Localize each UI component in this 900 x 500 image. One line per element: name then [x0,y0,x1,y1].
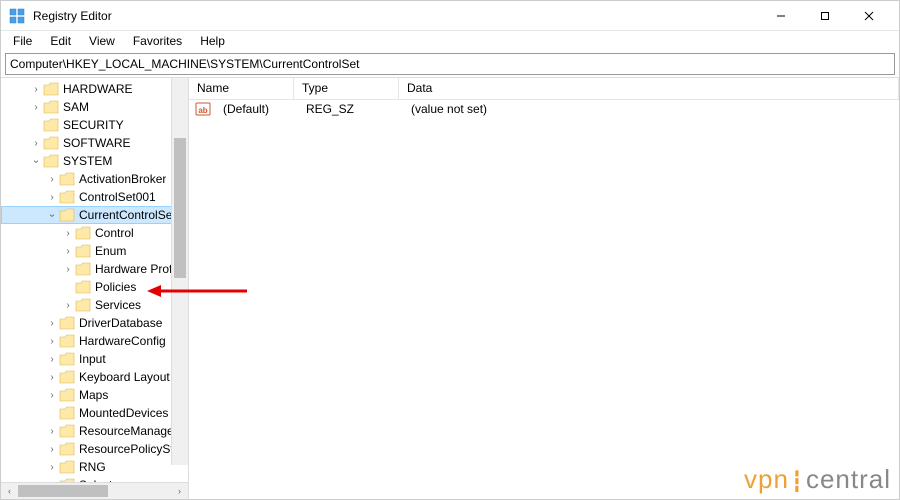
tree-vertical-scrollbar[interactable] [171,78,188,465]
minimize-button[interactable] [759,2,803,30]
tree-item-mounteddevices[interactable]: MountedDevices [1,404,188,422]
list-body[interactable]: ab (Default) REG_SZ (value not set) [189,100,899,499]
folder-icon [75,298,91,312]
folder-icon [59,190,75,204]
tree-item-input[interactable]: › Input [1,350,188,368]
cell-data: (value not set) [403,102,495,116]
regedit-icon [9,8,25,24]
tree-pane: › HARDWARE › SAM SECURITY › [1,78,189,499]
menu-view[interactable]: View [81,32,123,50]
chevron-right-icon[interactable]: › [45,174,59,185]
window-controls [759,2,891,30]
tree-item-driverdatabase[interactable]: › DriverDatabase [1,314,188,332]
tree-item-system[interactable]: › SYSTEM [1,152,188,170]
chevron-right-icon[interactable]: › [29,84,43,95]
folder-icon [75,280,91,294]
chevron-right-icon[interactable]: › [45,444,59,455]
chevron-down-icon[interactable]: › [31,154,42,168]
title-bar: Registry Editor [1,1,899,31]
registry-tree[interactable]: › HARDWARE › SAM SECURITY › [1,78,188,482]
chevron-right-icon[interactable]: › [45,318,59,329]
svg-text:ab: ab [198,106,207,115]
tree-item-rng[interactable]: › RNG [1,458,188,476]
tree-item-policies[interactable]: Policies [1,278,188,296]
menu-edit[interactable]: Edit [42,32,79,50]
folder-icon [59,334,75,348]
tree-item-security[interactable]: SECURITY [1,116,188,134]
values-list-pane: Name Type Data ab (Default) REG_SZ (valu… [189,78,899,499]
chevron-right-icon[interactable]: › [45,462,59,473]
chevron-right-icon[interactable]: › [29,138,43,149]
close-button[interactable] [847,2,891,30]
folder-icon [59,460,75,474]
chevron-right-icon[interactable]: › [45,354,59,365]
folder-icon [59,316,75,330]
tree-item-resourcepolicystore[interactable]: › ResourcePolicyStore [1,440,188,458]
tree-item-currentcontrolset[interactable]: › CurrentControlSet [1,206,188,224]
chevron-right-icon[interactable]: › [61,264,75,275]
chevron-right-icon[interactable]: › [45,372,59,383]
folder-icon [43,154,59,168]
chevron-right-icon[interactable]: › [61,246,75,257]
folder-icon [59,388,75,402]
tree-item-software[interactable]: › SOFTWARE [1,134,188,152]
chevron-right-icon[interactable]: › [61,228,75,239]
cell-type: REG_SZ [298,102,403,116]
chevron-right-icon[interactable]: › [45,390,59,401]
maximize-button[interactable] [803,2,847,30]
scroll-right-icon[interactable]: › [171,483,188,500]
scrollbar-thumb[interactable] [18,485,108,497]
folder-icon [43,82,59,96]
tree-item-keyboardlayout[interactable]: › Keyboard Layout [1,368,188,386]
tree-item-resourcemanager[interactable]: › ResourceManager [1,422,188,440]
folder-icon [59,208,75,222]
folder-icon [59,172,75,186]
folder-icon [75,262,91,276]
menu-help[interactable]: Help [192,32,233,50]
folder-icon [59,442,75,456]
window-title: Registry Editor [33,9,759,23]
tree-item-enum[interactable]: › Enum [1,242,188,260]
scroll-left-icon[interactable]: ‹ [1,483,18,500]
menu-bar: File Edit View Favorites Help [1,31,899,51]
tree-item-controlset001[interactable]: › ControlSet001 [1,188,188,206]
cell-name: (Default) [215,102,298,116]
tree-item-activationbroker[interactable]: › ActivationBroker [1,170,188,188]
tree-item-control[interactable]: › Control [1,224,188,242]
chevron-right-icon[interactable]: › [29,102,43,113]
tree-item-services[interactable]: › Services [1,296,188,314]
folder-icon [75,244,91,258]
menu-file[interactable]: File [5,32,40,50]
folder-icon [43,118,59,132]
list-header: Name Type Data [189,78,899,100]
address-text: Computer\HKEY_LOCAL_MACHINE\SYSTEM\Curre… [10,57,359,71]
chevron-right-icon[interactable]: › [45,192,59,203]
chevron-right-icon[interactable]: › [61,300,75,311]
tree-item-hardware[interactable]: › HARDWARE [1,80,188,98]
chevron-right-icon[interactable]: › [45,336,59,347]
folder-icon [59,406,75,420]
tree-item-sam[interactable]: › SAM [1,98,188,116]
column-header-name[interactable]: Name [189,78,294,99]
list-row[interactable]: ab (Default) REG_SZ (value not set) [189,100,899,118]
tree-item-hardwareconfig[interactable]: › HardwareConfig [1,332,188,350]
folder-icon [59,352,75,366]
tree-item-hardwareprofiles[interactable]: › Hardware Profiles [1,260,188,278]
chevron-right-icon[interactable]: › [45,426,59,437]
chevron-down-icon[interactable]: › [47,208,58,222]
main-split: › HARDWARE › SAM SECURITY › [1,77,899,499]
folder-icon [43,100,59,114]
menu-favorites[interactable]: Favorites [125,32,190,50]
folder-icon [59,370,75,384]
scrollbar-thumb[interactable] [174,138,186,278]
folder-icon [59,424,75,438]
folder-icon [75,226,91,240]
tree-item-maps[interactable]: › Maps [1,386,188,404]
string-value-icon: ab [195,101,211,117]
column-header-data[interactable]: Data [399,78,899,99]
column-header-type[interactable]: Type [294,78,399,99]
address-bar[interactable]: Computer\HKEY_LOCAL_MACHINE\SYSTEM\Curre… [5,53,895,75]
folder-icon [43,136,59,150]
tree-horizontal-scrollbar[interactable]: ‹ › [1,482,188,499]
